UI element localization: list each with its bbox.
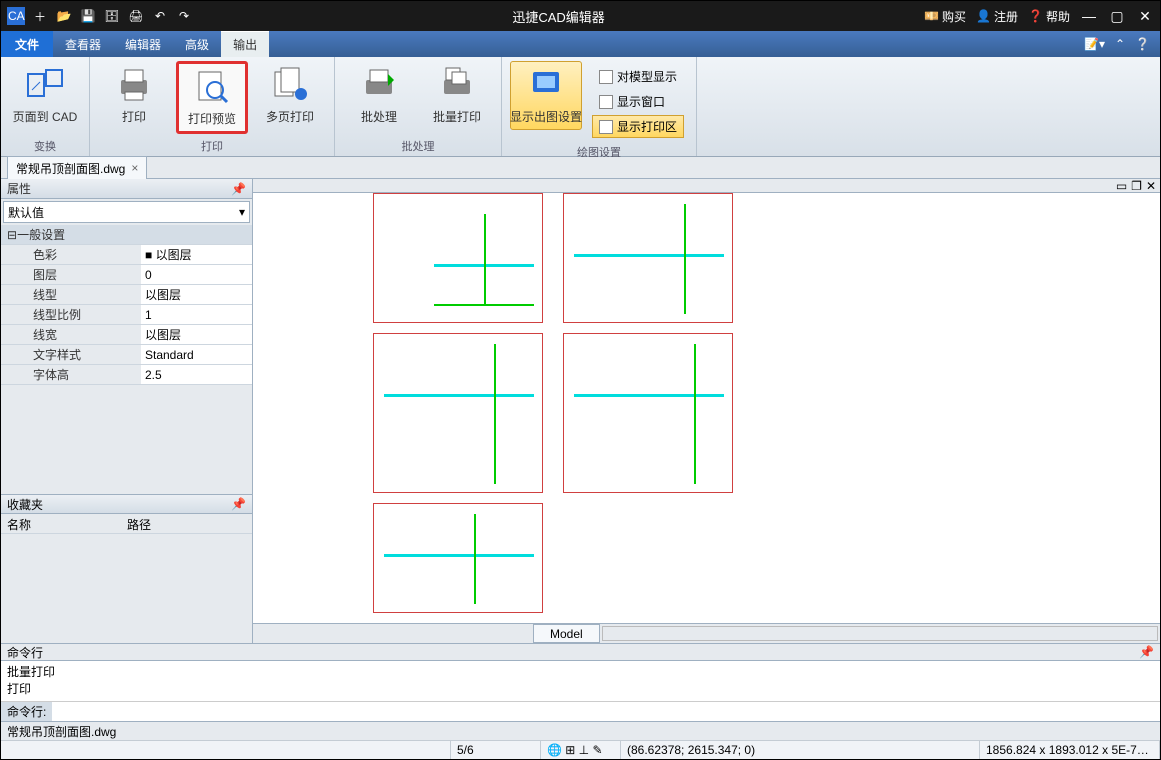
tab-advanced[interactable]: 高级 — [173, 31, 221, 57]
group-label: 变换 — [9, 136, 81, 154]
chk-show-window[interactable]: 显示窗口 — [592, 90, 684, 113]
chk-model-display[interactable]: 对模型显示 — [592, 65, 684, 88]
favorites-header: 收藏夹 📌 — [1, 494, 252, 514]
horizontal-scrollbar[interactable] — [602, 626, 1158, 641]
property-selector[interactable]: 默认值▾ — [3, 201, 250, 223]
tab-editor[interactable]: 编辑器 — [113, 31, 173, 57]
drawing-canvas[interactable] — [253, 193, 1160, 623]
pin-icon[interactable]: 📌 — [1139, 645, 1154, 659]
multi-print-button[interactable]: 多页打印 — [254, 61, 326, 130]
commandline-prompt: 命令行: — [1, 702, 52, 721]
chevron-down-icon[interactable]: ▾ — [239, 205, 245, 219]
properties-header: 属性 📌 — [1, 179, 252, 199]
group-plot-settings: 显示出图设置 对模型显示 显示窗口 显示打印区 绘图设置 — [502, 57, 697, 156]
chk-show-print-area[interactable]: 显示打印区 — [592, 115, 684, 138]
status-icons[interactable]: 🌐 ⊞ ⊥ ✎ — [541, 741, 621, 759]
buy-link[interactable]: 💴 购买 — [924, 8, 966, 25]
menu-bar: 文件 查看器 编辑器 高级 输出 📝▾ ⌃ ❔ — [1, 31, 1160, 57]
tab-viewer[interactable]: 查看器 — [53, 31, 113, 57]
saveall-icon[interactable]: 🗄 — [103, 7, 121, 25]
group-print: 打印 打印预览 多页打印 打印 — [90, 57, 335, 156]
group-transform: 页面到 CAD 变换 — [1, 57, 90, 156]
ribbon-min-icon[interactable]: ⌃ — [1115, 37, 1125, 51]
maximize-button[interactable]: ▢ — [1108, 7, 1126, 25]
open-icon[interactable]: 📂 — [55, 7, 73, 25]
commandline-output: 批量打印 打印 — [1, 661, 1160, 701]
print-icon[interactable]: 🖨 — [127, 7, 145, 25]
redo-icon[interactable]: ↷ — [175, 7, 193, 25]
status-bar: 常规吊顶剖面图.dwg 5/6 🌐 ⊞ ⊥ ✎ (86.62378; 2615.… — [1, 721, 1160, 759]
ribbon-help-icon[interactable]: ❔ — [1135, 37, 1150, 51]
left-panel: 属性 📌 默认值▾ ⊟ 一般设置 色彩■ 以图层 图层0 线型以图层 线型比例1… — [1, 179, 253, 643]
save-icon[interactable]: 💾 — [79, 7, 97, 25]
batch-button[interactable]: 批处理 — [343, 61, 415, 130]
help-link[interactable]: ❓ 帮助 — [1028, 8, 1070, 25]
canvas-close-icon[interactable]: ✕ — [1146, 179, 1156, 193]
minimize-button[interactable]: — — [1080, 7, 1098, 25]
document-tab[interactable]: 常规吊顶剖面图.dwg × — [7, 156, 147, 180]
plot-settings-button[interactable]: 显示出图设置 — [510, 61, 582, 130]
status-pages: 5/6 — [451, 741, 541, 759]
document-tabs: 常规吊顶剖面图.dwg × — [1, 157, 1160, 179]
ribbon-style-icon[interactable]: 📝▾ — [1084, 37, 1105, 51]
close-button[interactable]: ✕ — [1136, 7, 1154, 25]
pin-icon[interactable]: 📌 — [231, 497, 246, 511]
group-batch: 批处理 批量打印 批处理 — [335, 57, 502, 156]
status-dimensions: 1856.824 x 1893.012 x 5E-7… — [980, 741, 1160, 759]
model-tab[interactable]: Model — [533, 624, 600, 643]
commandline-input-row: 命令行: — [1, 701, 1160, 721]
ribbon: 页面到 CAD 变换 打印 打印预览 多页打印 打印 批处理 — [1, 57, 1160, 157]
prop-row[interactable]: 文字样式Standard — [1, 345, 252, 365]
app-title: 迅捷CAD编辑器 — [193, 7, 924, 26]
new-icon[interactable]: ＋ — [31, 7, 49, 25]
group-label: 打印 — [98, 136, 326, 154]
prop-row[interactable]: 图层0 — [1, 265, 252, 285]
status-coords: (86.62378; 2615.347; 0) — [621, 741, 980, 759]
canvas-area: ▭ ❐ ✕ — [253, 179, 1160, 643]
group-label: 批处理 — [343, 136, 493, 154]
prop-row[interactable]: 线宽以图层 — [1, 325, 252, 345]
file-menu[interactable]: 文件 — [1, 31, 53, 57]
svg-text:CAD: CAD — [8, 9, 25, 23]
model-tab-strip: Model — [253, 623, 1160, 643]
favorites-columns: 名称路径 — [1, 514, 252, 534]
app-logo: CAD — [7, 7, 25, 25]
close-doc-icon[interactable]: × — [131, 161, 138, 175]
prop-row[interactable]: 色彩■ 以图层 — [1, 245, 252, 265]
prop-row[interactable]: 线型比例1 — [1, 305, 252, 325]
commandline-input[interactable] — [52, 702, 1160, 721]
register-link[interactable]: 👤 注册 — [976, 8, 1018, 25]
canvas-restore-icon[interactable]: ▭ — [1116, 179, 1127, 193]
commandline-header: 命令行 📌 — [1, 643, 1160, 661]
prop-row[interactable]: 线型以图层 — [1, 285, 252, 305]
page-to-cad-button[interactable]: 页面到 CAD — [9, 61, 81, 130]
print-button[interactable]: 打印 — [98, 61, 170, 130]
print-preview-button[interactable]: 打印预览 — [176, 61, 248, 134]
prop-row[interactable]: 字体高2.5 — [1, 365, 252, 385]
tab-output[interactable]: 输出 — [221, 31, 269, 57]
title-bar: CAD ＋ 📂 💾 🗄 🖨 ↶ ↷ 迅捷CAD编辑器 💴 购买 👤 注册 ❓ 帮… — [1, 1, 1160, 31]
canvas-max-icon[interactable]: ❐ — [1131, 179, 1142, 193]
undo-icon[interactable]: ↶ — [151, 7, 169, 25]
status-filename: 常规吊顶剖面图.dwg — [7, 723, 116, 740]
property-grid: ⊟ 一般设置 色彩■ 以图层 图层0 线型以图层 线型比例1 线宽以图层 文字样… — [1, 225, 252, 385]
batch-print-button[interactable]: 批量打印 — [421, 61, 493, 130]
pin-icon[interactable]: 📌 — [231, 182, 246, 196]
